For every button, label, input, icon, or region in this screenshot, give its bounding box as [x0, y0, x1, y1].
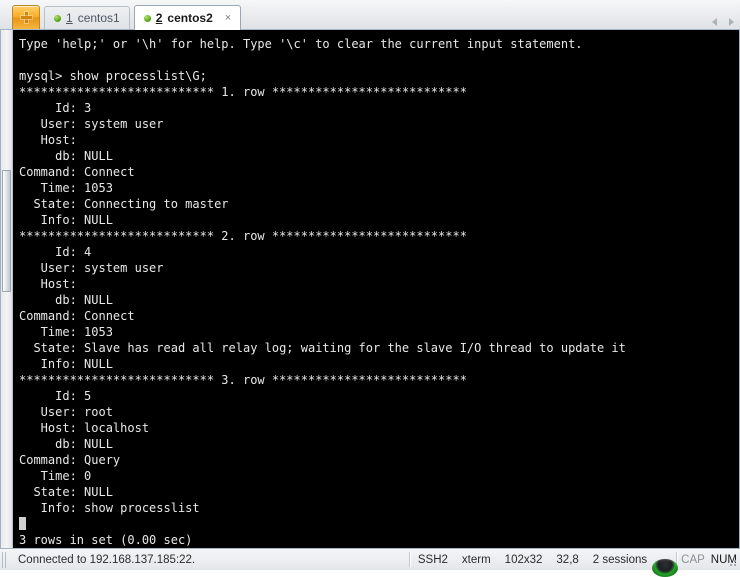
tab-centos2[interactable]: 2 centos2 ×	[133, 5, 242, 30]
green-dot-icon	[54, 14, 61, 22]
new-tab-button[interactable]	[12, 5, 40, 29]
terminal-line: Type 'help;' or '\h' for help. Type '\c'…	[19, 37, 583, 51]
terminal-line: State: Slave has read all relay log; wai…	[19, 341, 626, 355]
terminal-line: Id: 4	[19, 245, 92, 259]
green-dot-icon	[143, 14, 151, 22]
status-caps-lock: CAP	[681, 553, 705, 566]
status-connection-text: Connected to 192.168.137.185:22.	[18, 553, 196, 566]
terminal-line: Command: Connect	[19, 309, 135, 323]
terminal-line: Host:	[19, 277, 85, 291]
terminal-line: *************************** 2. row *****…	[19, 229, 467, 243]
network-orb-shape	[652, 558, 679, 577]
resize-grip-icon[interactable]	[726, 556, 738, 568]
terminal-line: Info: NULL	[19, 213, 113, 227]
chevron-left-icon[interactable]	[712, 18, 717, 26]
terminal-line: Command: Query	[19, 453, 121, 467]
scrollbar-thumb[interactable]	[2, 170, 11, 292]
terminal-line: State: NULL	[19, 485, 113, 499]
terminal-line: Time: 0	[19, 469, 92, 483]
status-bar: Connected to 192.168.137.185:22. SSH2 xt…	[0, 548, 740, 577]
tab-index-label: 2	[155, 11, 163, 25]
status-dimensions: 102x32	[504, 553, 543, 566]
tab-index-label: 1	[66, 11, 73, 25]
status-cursor-position: 32,8	[556, 553, 579, 566]
cursor-block-icon	[19, 517, 26, 530]
close-icon[interactable]: ×	[225, 12, 231, 24]
tab-bar: 1 centos1 2 centos2 ×	[0, 0, 740, 30]
terminal-application-window: 1 centos1 2 centos2 × Type 'help;' or '\…	[0, 0, 740, 577]
terminal-screen[interactable]: Type 'help;' or '\h' for help. Type '\c'…	[13, 30, 739, 548]
terminal-line: mysql> show processlist\G;	[19, 69, 207, 83]
terminal-line: Host: localhost	[19, 421, 150, 435]
terminal-line: 3 rows in set (0.00 sec)	[19, 533, 193, 547]
terminal-line: User: system user	[19, 261, 164, 275]
terminal-line: Id: 5	[19, 389, 92, 403]
terminal-line: State: Connecting to master	[19, 197, 229, 211]
terminal-line: Id: 3	[19, 101, 92, 115]
terminal-line: Host:	[19, 133, 85, 147]
terminal-area: Type 'help;' or '\h' for help. Type '\c'…	[0, 30, 740, 548]
network-orb-icon	[652, 552, 679, 577]
terminal-line: *************************** 1. row *****…	[19, 85, 467, 99]
terminal-line: db: NULL	[19, 293, 113, 307]
terminal-line: User: root	[19, 405, 113, 419]
plus-icon	[20, 12, 32, 23]
tab-label: centos2	[167, 11, 213, 25]
status-terminal-type: xterm	[461, 553, 491, 566]
tab-scroll-controls	[712, 18, 734, 26]
status-sessions: 2 sessions	[592, 553, 648, 566]
terminal-line: User: system user	[19, 117, 164, 131]
terminal-line: Time: 1053	[19, 181, 113, 195]
chevron-right-icon[interactable]	[729, 18, 734, 26]
terminal-line: Info: show processlist	[19, 501, 200, 515]
tab-centos1[interactable]: 1 centos1	[44, 6, 130, 29]
tab-label: centos1	[77, 11, 120, 25]
status-bar-grip-icon	[2, 551, 7, 568]
terminal-cursor	[19, 516, 739, 532]
status-protocol: SSH2	[417, 553, 448, 566]
terminal-line: Time: 1053	[19, 325, 113, 339]
terminal-line: *************************** 3. row *****…	[19, 373, 467, 387]
terminal-line: Info: NULL	[19, 357, 113, 371]
status-right-group: SSH2 xterm 102x32 32,8 2 sessions CAP NU…	[411, 552, 740, 577]
terminal-line: db: NULL	[19, 437, 113, 451]
terminal-line: Command: Connect	[19, 165, 135, 179]
terminal-line: db: NULL	[19, 149, 113, 163]
terminal-vertical-scrollbar[interactable]	[1, 30, 13, 548]
